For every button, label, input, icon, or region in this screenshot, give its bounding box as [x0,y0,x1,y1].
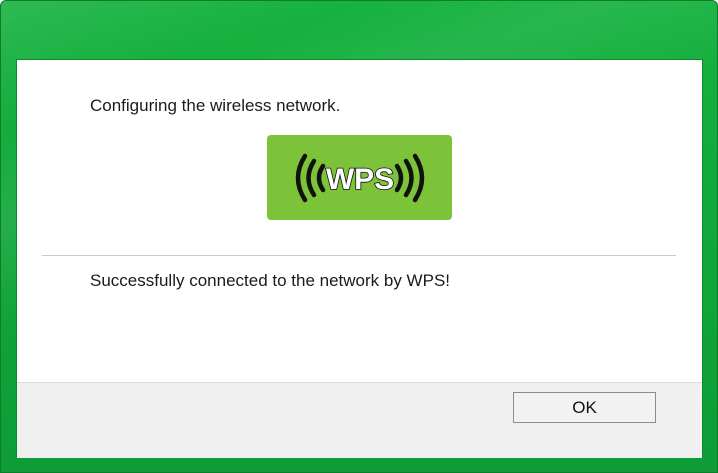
wps-logo-text: WPS [325,163,393,196]
status-message: Configuring the wireless network. [90,96,341,115]
title-bar[interactable] [1,1,717,59]
wps-logo: WPS [295,153,424,202]
result-message: Successfully connected to the network by… [90,271,451,290]
dialog-footer: OK [17,382,702,458]
divider [42,255,676,256]
wps-icon: WPS [267,135,452,220]
dialog-body: Configuring the wireless network. WPS Su… [16,59,703,458]
wps-dialog-window: Configuring the wireless network. WPS Su… [0,0,718,473]
ok-button[interactable]: OK [513,392,656,423]
